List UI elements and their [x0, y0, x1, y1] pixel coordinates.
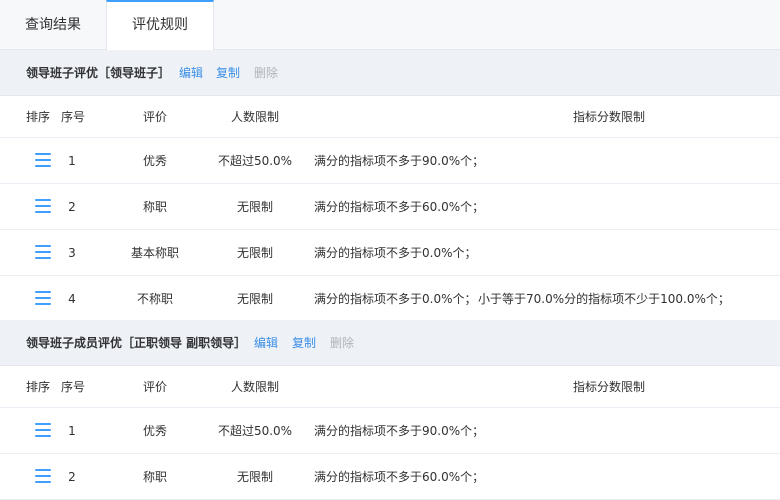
row-count-limit: 无限制 — [236, 246, 273, 260]
row-score-rule: 满分的指标项不多于90.0%个； — [314, 154, 485, 168]
table-row: 4 不称职 无限制 满分的指标项不多于0.0%个； 小于等于70.0%分的指标项… — [0, 276, 780, 322]
section-header-members: 领导班子成员评优［正职领导 副职领导］ 编辑 复制 删除 — [0, 320, 780, 366]
row-index: 2 — [68, 200, 76, 214]
drag-handle-icon[interactable] — [35, 291, 51, 305]
drag-handle-icon[interactable] — [35, 423, 51, 437]
row-grade: 称职 — [142, 470, 167, 484]
tab-evaluation-rules[interactable]: 评优规则 — [106, 0, 214, 51]
row-count-limit: 不超过50.0% — [217, 154, 293, 168]
row-grade: 基本称职 — [130, 246, 179, 260]
copy-link[interactable]: 复制 — [292, 320, 316, 366]
row-grade: 不称职 — [136, 292, 173, 306]
table-row: 1 优秀 不超过50.0% 满分的指标项不多于90.0%个； — [0, 138, 780, 184]
drag-handle-icon[interactable] — [35, 469, 51, 483]
table-row: 3 基本称职 无限制 满分的指标项不多于0.0%个； — [0, 230, 780, 276]
row-count-limit: 无限制 — [236, 200, 273, 214]
table-header: 排序 序号 评价 人数限制 指标分数限制 — [0, 366, 780, 408]
edit-link[interactable]: 编辑 — [254, 320, 278, 366]
row-index: 1 — [68, 154, 76, 168]
row-score-rule: 满分的指标项不多于0.0%个； — [314, 246, 477, 260]
row-grade: 优秀 — [142, 424, 167, 438]
table-header: 排序 序号 评价 人数限制 指标分数限制 — [0, 96, 780, 138]
edit-link[interactable]: 编辑 — [179, 50, 203, 96]
tab-bar: 查询结果 评优规则 — [0, 0, 780, 51]
col-index: 序号 — [61, 380, 86, 394]
row-grade: 优秀 — [142, 154, 167, 168]
table-row: 1 优秀 不超过50.0% 满分的指标项不多于90.0%个； — [0, 408, 780, 454]
row-index: 4 — [68, 292, 76, 306]
tab-query-results[interactable]: 查询结果 — [0, 0, 106, 50]
col-sort: 排序 — [26, 110, 51, 124]
table-row: 2 称职 无限制 满分的指标项不多于60.0%个； — [0, 454, 780, 500]
copy-link[interactable]: 复制 — [216, 50, 240, 96]
row-score-rule: 满分的指标项不多于60.0%个； — [314, 200, 485, 214]
row-score-rule: 满分的指标项不多于90.0%个； — [314, 424, 485, 438]
col-score-limit: 指标分数限制 — [573, 380, 646, 394]
row-count-limit: 无限制 — [236, 470, 273, 484]
row-count-limit: 不超过50.0% — [217, 424, 293, 438]
row-index: 2 — [68, 470, 76, 484]
col-grade: 评价 — [143, 110, 168, 124]
section-title: 领导班子成员评优［正职领导 副职领导］ — [26, 336, 247, 350]
drag-handle-icon[interactable] — [35, 153, 51, 167]
row-count-limit: 无限制 — [236, 292, 273, 306]
row-grade: 称职 — [142, 200, 167, 214]
row-index: 3 — [68, 246, 76, 260]
section-title: 领导班子评优［领导班子］ — [26, 66, 171, 80]
col-grade: 评价 — [143, 380, 168, 394]
delete-link[interactable]: 删除 — [254, 50, 278, 96]
row-score-rule: 满分的指标项不多于0.0%个； — [314, 292, 477, 306]
col-index: 序号 — [61, 110, 86, 124]
section-header-team: 领导班子评优［领导班子］ 编辑 复制 删除 — [0, 50, 780, 96]
row-score-rule-secondary: 小于等于70.0%分的指标项不少于100.0%个； — [478, 292, 730, 306]
col-score-limit: 指标分数限制 — [573, 110, 646, 124]
row-score-rule: 满分的指标项不多于60.0%个； — [314, 470, 485, 484]
col-sort: 排序 — [26, 380, 51, 394]
col-count-limit: 人数限制 — [231, 380, 280, 394]
drag-handle-icon[interactable] — [35, 199, 51, 213]
table-row: 2 称职 无限制 满分的指标项不多于60.0%个； — [0, 184, 780, 230]
drag-handle-icon[interactable] — [35, 245, 51, 259]
col-count-limit: 人数限制 — [231, 110, 280, 124]
delete-link[interactable]: 删除 — [330, 320, 354, 366]
row-index: 1 — [68, 424, 76, 438]
